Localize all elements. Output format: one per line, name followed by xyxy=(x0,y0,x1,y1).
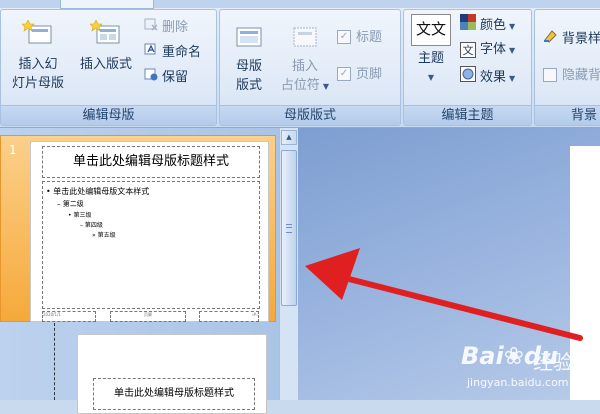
watermark-cn: 经验 xyxy=(533,350,573,374)
arrow-head xyxy=(305,248,360,300)
watermark-brand-a: Bai xyxy=(461,342,504,370)
baidu-jingyan-watermark: Bai❀du 经验 jingyan.baidu.com xyxy=(455,330,600,400)
watermark-url: jingyan.baidu.com xyxy=(467,376,569,389)
paw-icon: ❀ xyxy=(503,342,524,370)
arrow-shaft xyxy=(342,275,583,341)
